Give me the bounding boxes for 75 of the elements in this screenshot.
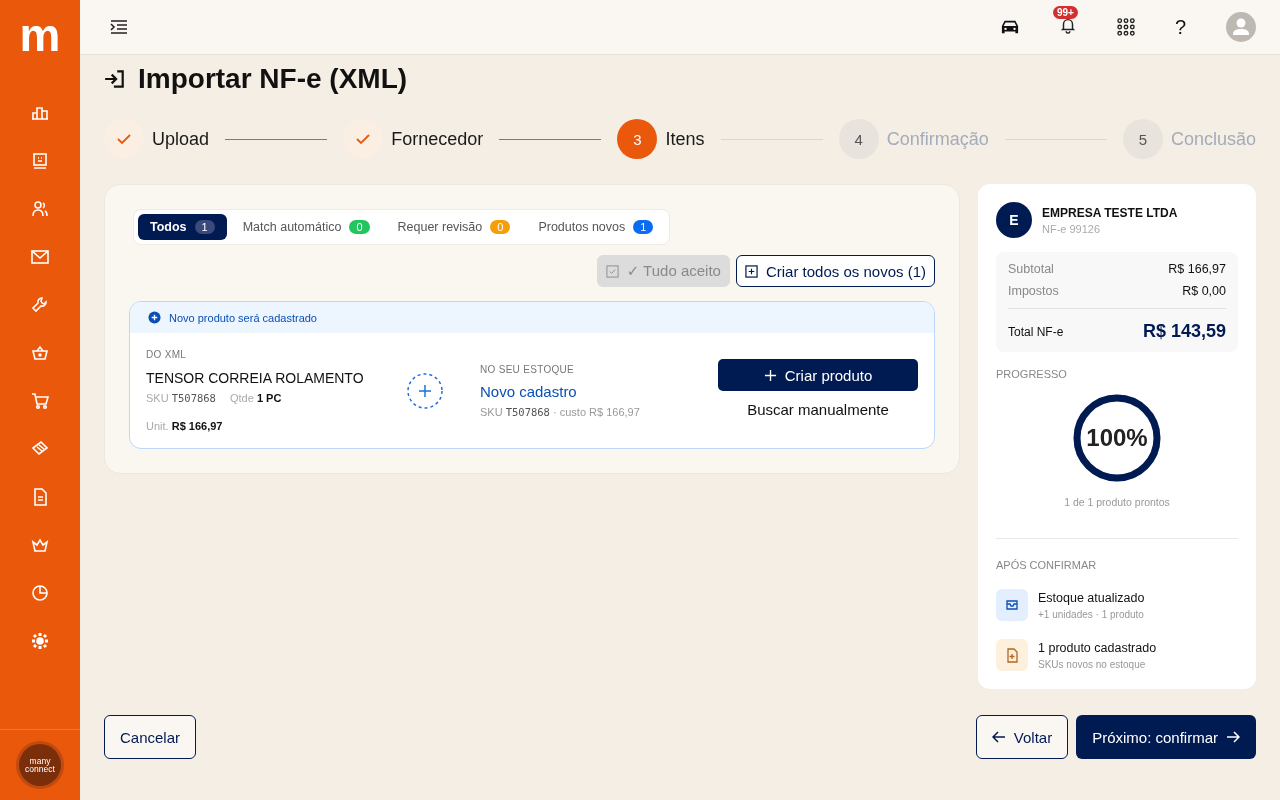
invoice-number: NF-e 99126 xyxy=(1042,222,1102,235)
step-label: Itens xyxy=(665,128,705,150)
filter-tab[interactable]: Produtos novos 1 xyxy=(526,214,666,240)
notification-badge: 99+ xyxy=(1052,6,1078,19)
page-title: Importar NF-e (XML) xyxy=(138,63,408,95)
count-badge: 1 xyxy=(194,220,215,234)
effect-title: Estoque atualizado xyxy=(1038,590,1145,605)
count-badge: 0 xyxy=(490,220,511,234)
cart-icon[interactable] xyxy=(30,391,50,411)
next-button[interactable]: Próximo: confirmar xyxy=(1076,715,1256,759)
unit-price: Unit. R$ 166,97 xyxy=(146,420,224,432)
effect-subtitle: +1 unidades · 1 produto xyxy=(1038,608,1145,620)
quantity-text: Qtde 1 PC xyxy=(229,392,282,404)
plus-square-icon xyxy=(744,264,758,278)
basket-icon[interactable] xyxy=(30,343,50,363)
total-value: R$ 143,59 xyxy=(1142,321,1226,342)
display-board-icon[interactable] xyxy=(30,151,50,171)
step-label: Upload xyxy=(152,128,210,150)
create-all-button[interactable]: Criar todos os novos (1) xyxy=(735,255,935,287)
total-label: Impostos xyxy=(1008,284,1059,298)
total-label: Subtotal xyxy=(1008,262,1054,276)
arrow-left-icon xyxy=(991,730,1006,744)
count-badge: 0 xyxy=(349,220,370,234)
total-value: R$ 166,97 xyxy=(1168,262,1226,276)
apps-grid-icon[interactable] xyxy=(1116,18,1135,36)
pie-chart-icon[interactable] xyxy=(30,583,50,603)
progress-caption: 1 de 1 produto prontos xyxy=(1063,496,1171,508)
users-icon[interactable] xyxy=(30,199,50,219)
section-label: DO XML xyxy=(146,349,188,360)
banner-text: Novo produto será cadastrado xyxy=(169,311,317,324)
step-label: Confirmação xyxy=(886,128,989,150)
cancel-button[interactable]: Cancelar xyxy=(104,715,197,759)
total-label: Total NF-e xyxy=(1008,324,1064,339)
section-label: NO SEU ESTOQUE xyxy=(480,363,576,375)
checkbox-icon xyxy=(605,264,619,278)
arrow-right-icon xyxy=(1226,730,1240,744)
total-value: R$ 0,00 xyxy=(1182,284,1226,298)
company-avatar: E xyxy=(996,202,1032,238)
step-number: 3 xyxy=(617,119,658,159)
organization-logo[interactable]: many connect xyxy=(19,744,61,786)
wrench-icon[interactable] xyxy=(30,295,50,315)
filter-tab[interactable]: Match automático 0 xyxy=(230,214,382,240)
step-label: Fornecedor xyxy=(391,128,484,150)
stock-sku-text: SKU T507868 · custo R$ 166,97 xyxy=(480,405,641,418)
back-button[interactable]: Voltar xyxy=(975,715,1069,759)
effect-title: 1 produto cadastrado xyxy=(1038,640,1157,655)
app-logo[interactable]: m xyxy=(19,12,61,56)
help-button[interactable]: ? xyxy=(1174,15,1186,39)
effect-subtitle: SKUs novos no estoque xyxy=(1038,658,1147,670)
plus-icon xyxy=(763,368,777,382)
filter-tab[interactable]: Todos 1 xyxy=(138,214,227,240)
count-badge: 1 xyxy=(633,220,654,234)
company-name: EMPRESA TESTE LTDA xyxy=(1042,205,1178,220)
create-product-button[interactable]: Criar produto xyxy=(718,359,918,391)
progress-percent: 100% xyxy=(1085,424,1149,452)
add-circle-icon xyxy=(406,371,444,410)
menu-icon[interactable] xyxy=(110,18,128,36)
product-name: TENSOR CORREIA ROLAMENTO xyxy=(146,370,365,386)
car-icon[interactable] xyxy=(1000,18,1019,36)
user-avatar-icon[interactable] xyxy=(1226,12,1256,42)
step-label: Conclusão xyxy=(1170,128,1256,150)
plus-circle-icon xyxy=(148,311,161,324)
sku-text: SKU T507868 xyxy=(146,392,216,404)
settings-icon[interactable] xyxy=(30,631,50,651)
filter-tab[interactable]: Requer revisão 0 xyxy=(385,214,523,240)
section-label: PROGRESSO xyxy=(996,368,1068,380)
search-manually-button[interactable]: Buscar manualmente xyxy=(743,397,893,422)
import-icon xyxy=(104,68,126,90)
step-number: 4 xyxy=(838,119,879,159)
mail-icon[interactable] xyxy=(30,247,50,267)
inbox-icon xyxy=(996,589,1028,621)
step-number: 5 xyxy=(1122,119,1163,159)
new-entry-link[interactable]: Novo cadastro xyxy=(480,382,718,400)
section-label: APÓS CONFIRMAR xyxy=(996,559,1098,571)
new-file-icon xyxy=(996,639,1028,671)
